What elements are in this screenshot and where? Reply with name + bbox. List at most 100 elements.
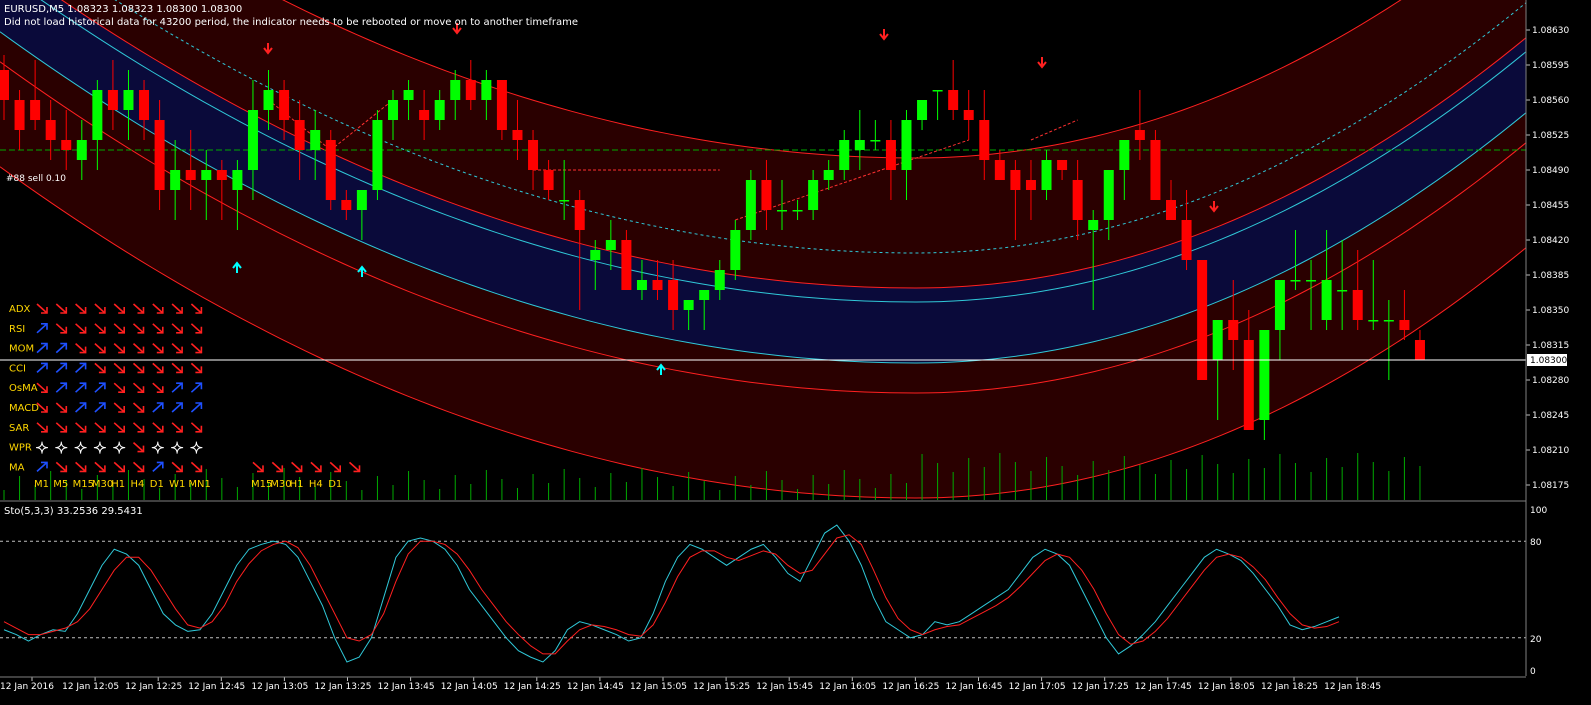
candle-body [745, 180, 756, 230]
candle-body [107, 90, 118, 110]
timeframe-label: M30 [92, 479, 113, 490]
candle-body [917, 100, 928, 120]
time-tick-label: 12 Jan 12:05 [62, 682, 119, 692]
timeframe-label: M15 [73, 479, 94, 490]
indicator-label: MOM [9, 344, 34, 355]
candle-body [294, 120, 305, 150]
candle-body [1321, 280, 1332, 320]
candle [745, 170, 756, 240]
candle-body [808, 180, 819, 210]
timeframe-label: D1 [150, 479, 164, 490]
candle-body [1119, 140, 1130, 170]
time-tick-label: 12 Jan 17:25 [1072, 682, 1129, 692]
candle-body [325, 140, 336, 200]
candle-body [963, 110, 974, 120]
indicator-label: MACD [9, 403, 39, 414]
time-tick-label: 12 Jan 16:45 [946, 682, 1003, 692]
candle-body [885, 140, 896, 170]
time-tick-label: 12 Jan 13:45 [378, 682, 435, 692]
candle-body [621, 240, 632, 290]
candle-body [1368, 320, 1379, 322]
warning-text: Did not load historical data for 43200 p… [4, 17, 578, 28]
candle-body [465, 80, 476, 100]
timeframe-label: W1 [169, 479, 185, 490]
candle-body [1228, 320, 1239, 340]
candle-body [854, 140, 865, 150]
price-tick-label: 1.08420 [1532, 236, 1569, 246]
indicator-label: WPR [9, 443, 32, 454]
candle-body [870, 140, 881, 142]
candle-body [761, 180, 772, 210]
time-tick-label: 12 Jan 17:05 [1009, 682, 1066, 692]
timeframe-label: M15 [251, 479, 272, 490]
candle [1150, 130, 1161, 200]
price-tick-label: 1.08490 [1532, 166, 1569, 176]
candle-body [247, 110, 258, 170]
stoch-tick-label: 100 [1530, 506, 1547, 516]
time-tick-label: 12 Jan 17:45 [1135, 682, 1192, 692]
timeframe-label: M1 [34, 479, 49, 490]
price-tick-label: 1.08595 [1532, 61, 1569, 71]
candle-body [792, 210, 803, 212]
stoch-tick-label: 20 [1530, 635, 1542, 645]
candle-body [1025, 180, 1036, 190]
time-tick-label: 12 Jan 16:05 [819, 682, 876, 692]
time-tick-label: 12 Jan 14:45 [567, 682, 624, 692]
candle-body [683, 300, 694, 310]
candle-body [839, 140, 850, 170]
order-label: #88 sell 0.10 [6, 174, 66, 184]
price-chart[interactable]: 1.08630 1.08595 1.08560 1.08525 1.08490 1.084… [0, 0, 1591, 705]
candle-body [1197, 260, 1208, 380]
price-tick-label: 1.08350 [1532, 306, 1569, 316]
candle-body [730, 230, 741, 270]
candle-body [979, 120, 990, 160]
time-tick-label: 12 Jan 14:25 [504, 682, 561, 692]
candle-body [76, 140, 87, 160]
candle-body [185, 170, 196, 180]
timeframe-label: D1 [328, 479, 342, 490]
candle-body [201, 170, 212, 180]
candle-body [388, 100, 398, 120]
timeframe-label: H1 [111, 479, 125, 490]
candle-body [419, 110, 430, 120]
candle-body [1134, 130, 1145, 140]
candle-body [123, 90, 134, 110]
candle-body [1274, 280, 1285, 330]
indicator-label: RSI [9, 324, 25, 335]
candle-body [512, 130, 523, 140]
price-tick-label: 1.08455 [1532, 201, 1569, 211]
timeframe-label: MN1 [188, 479, 210, 490]
candle-body [901, 120, 912, 170]
candle-body [92, 90, 103, 140]
candle-body [668, 280, 679, 310]
candle-body [948, 90, 959, 110]
candle-body [1103, 170, 1114, 220]
indicator-label: MA [9, 462, 25, 473]
candle-body [434, 100, 445, 120]
price-tick-label: 1.08385 [1532, 271, 1569, 281]
candle-body [1041, 160, 1052, 190]
time-tick-label: 12 Jan 2016 [0, 682, 54, 692]
stoch-tick-label: 80 [1530, 538, 1542, 548]
indicator-label: ADX [9, 304, 31, 315]
candle-body [994, 160, 1005, 180]
time-tick-label: 12 Jan 13:05 [251, 682, 308, 692]
time-tick-label: 12 Jan 18:25 [1261, 682, 1318, 692]
candle-body [1072, 180, 1083, 220]
candle-body [590, 250, 601, 260]
price-tick-label: 1.08210 [1532, 446, 1569, 456]
candle-body [61, 140, 72, 150]
candle-body [1212, 320, 1223, 360]
candle-body [823, 170, 834, 180]
candle-body [496, 80, 507, 130]
candle-body [559, 200, 570, 202]
candle-body [1383, 320, 1394, 322]
candle-body [1259, 330, 1270, 420]
time-tick-label: 12 Jan 14:05 [441, 682, 498, 692]
candle-body [310, 130, 321, 150]
indicator-label: CCI [9, 363, 26, 374]
stochastic-title: Sto(5,3,3) 33.2536 29.5431 [4, 506, 143, 517]
candle-body [1352, 290, 1363, 320]
time-tick-label: 12 Jan 15:45 [756, 682, 813, 692]
timeframe-label: H4 [131, 479, 145, 490]
